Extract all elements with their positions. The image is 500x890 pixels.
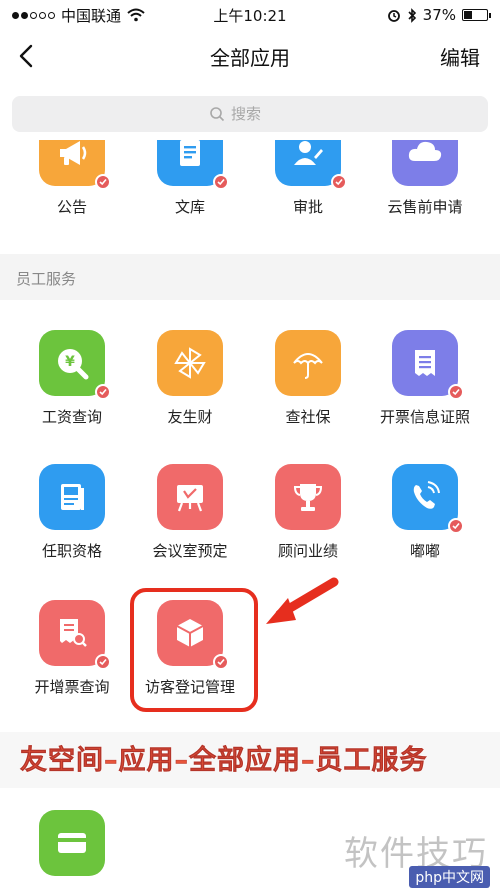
back-button[interactable] (8, 38, 44, 74)
app-label: 文库 (174, 198, 205, 216)
app-label: 嘟嘟 (409, 542, 440, 560)
section-title: 员工服务 (16, 270, 77, 288)
search-input[interactable] (231, 105, 291, 123)
pinwheel-icon (157, 330, 223, 396)
alarm-icon (387, 10, 400, 22)
page-title: 全部应用 (210, 45, 290, 70)
invoice-search-icon (39, 600, 111, 670)
check-badge-icon (448, 518, 464, 534)
cloud-icon (392, 140, 458, 186)
document-icon (157, 140, 229, 190)
bottom-app-0[interactable] (17, 810, 127, 876)
trophy-icon (275, 464, 341, 530)
approval-user-icon (275, 140, 347, 190)
staff-app-5[interactable]: 会议室预定 (135, 464, 245, 561)
meeting-board-icon (157, 464, 223, 530)
salary-search-icon: ¥ (39, 330, 111, 400)
certificate-icon (39, 464, 105, 530)
app-label: 会议室预定 (152, 542, 228, 560)
receipt-icon (392, 330, 464, 400)
app-label: 审批 (292, 198, 323, 216)
status-left: 中国联通 (12, 5, 145, 26)
top-row-clip: 公告 文库 审批 云售前申请 (0, 140, 500, 250)
top-app-3[interactable]: 云售前申请 (370, 140, 480, 217)
top-app-0[interactable]: 公告 (17, 140, 127, 217)
status-bar: 中国联通 上午10:21 37% (0, 0, 500, 30)
staff-app-6[interactable]: 顾问业绩 (253, 464, 363, 561)
staff-app-1[interactable]: 友生财 (135, 330, 245, 427)
check-badge-icon (95, 384, 111, 400)
app-label: 公告 (56, 198, 87, 216)
annotation-caption: 友空间–应用–全部应用–员工服务 (20, 745, 428, 777)
battery-percent: 37% (422, 6, 456, 24)
staff-app-3[interactable]: 开票信息证照 (370, 330, 480, 427)
svg-text:¥: ¥ (65, 354, 75, 370)
staff-app-8[interactable]: 开增票查询 (17, 600, 127, 697)
nav-bar: 全部应用 编辑 (0, 30, 500, 82)
check-badge-icon (213, 174, 229, 190)
check-badge-icon (95, 174, 111, 190)
signal-strength-icon (12, 11, 55, 19)
app-label: 任职资格 (41, 542, 102, 560)
watermark-badge: php中文网 (409, 866, 490, 888)
app-label: 顾问业绩 (277, 542, 338, 560)
check-badge-icon (331, 174, 347, 190)
app-label: 友生财 (167, 408, 213, 426)
battery-icon (462, 9, 491, 21)
wifi-icon (127, 8, 145, 22)
megaphone-icon (39, 140, 111, 190)
status-right: 37% (387, 6, 491, 24)
staff-app-7[interactable]: 嘟嘟 (370, 464, 480, 561)
app-label: 工资查询 (41, 408, 102, 426)
top-app-1[interactable]: 文库 (135, 140, 245, 217)
app-label: 开增票查询 (34, 678, 110, 696)
app-label: 开票信息证照 (379, 408, 470, 426)
bluetooth-icon (408, 7, 416, 23)
check-badge-icon (95, 654, 111, 670)
staff-app-4[interactable]: 任职资格 (17, 464, 127, 561)
top-app-2[interactable]: 审批 (253, 140, 363, 217)
arrow-annotation-icon (266, 577, 339, 624)
staff-app-0[interactable]: ¥ 工资查询 (17, 330, 127, 427)
staff-app-2[interactable]: 查社保 (253, 330, 363, 427)
card-icon (39, 810, 105, 876)
umbrella-icon (275, 330, 341, 396)
phone-icon (392, 464, 464, 534)
search-icon (210, 107, 225, 122)
edit-button[interactable]: 编辑 (440, 42, 480, 71)
search-bar[interactable] (12, 96, 488, 132)
carrier-name: 中国联通 (61, 6, 122, 25)
check-badge-icon (448, 384, 464, 400)
app-label: 查社保 (285, 408, 331, 426)
highlight-box (130, 588, 258, 712)
app-label: 云售前申请 (387, 198, 463, 216)
chevron-left-icon (19, 44, 33, 68)
